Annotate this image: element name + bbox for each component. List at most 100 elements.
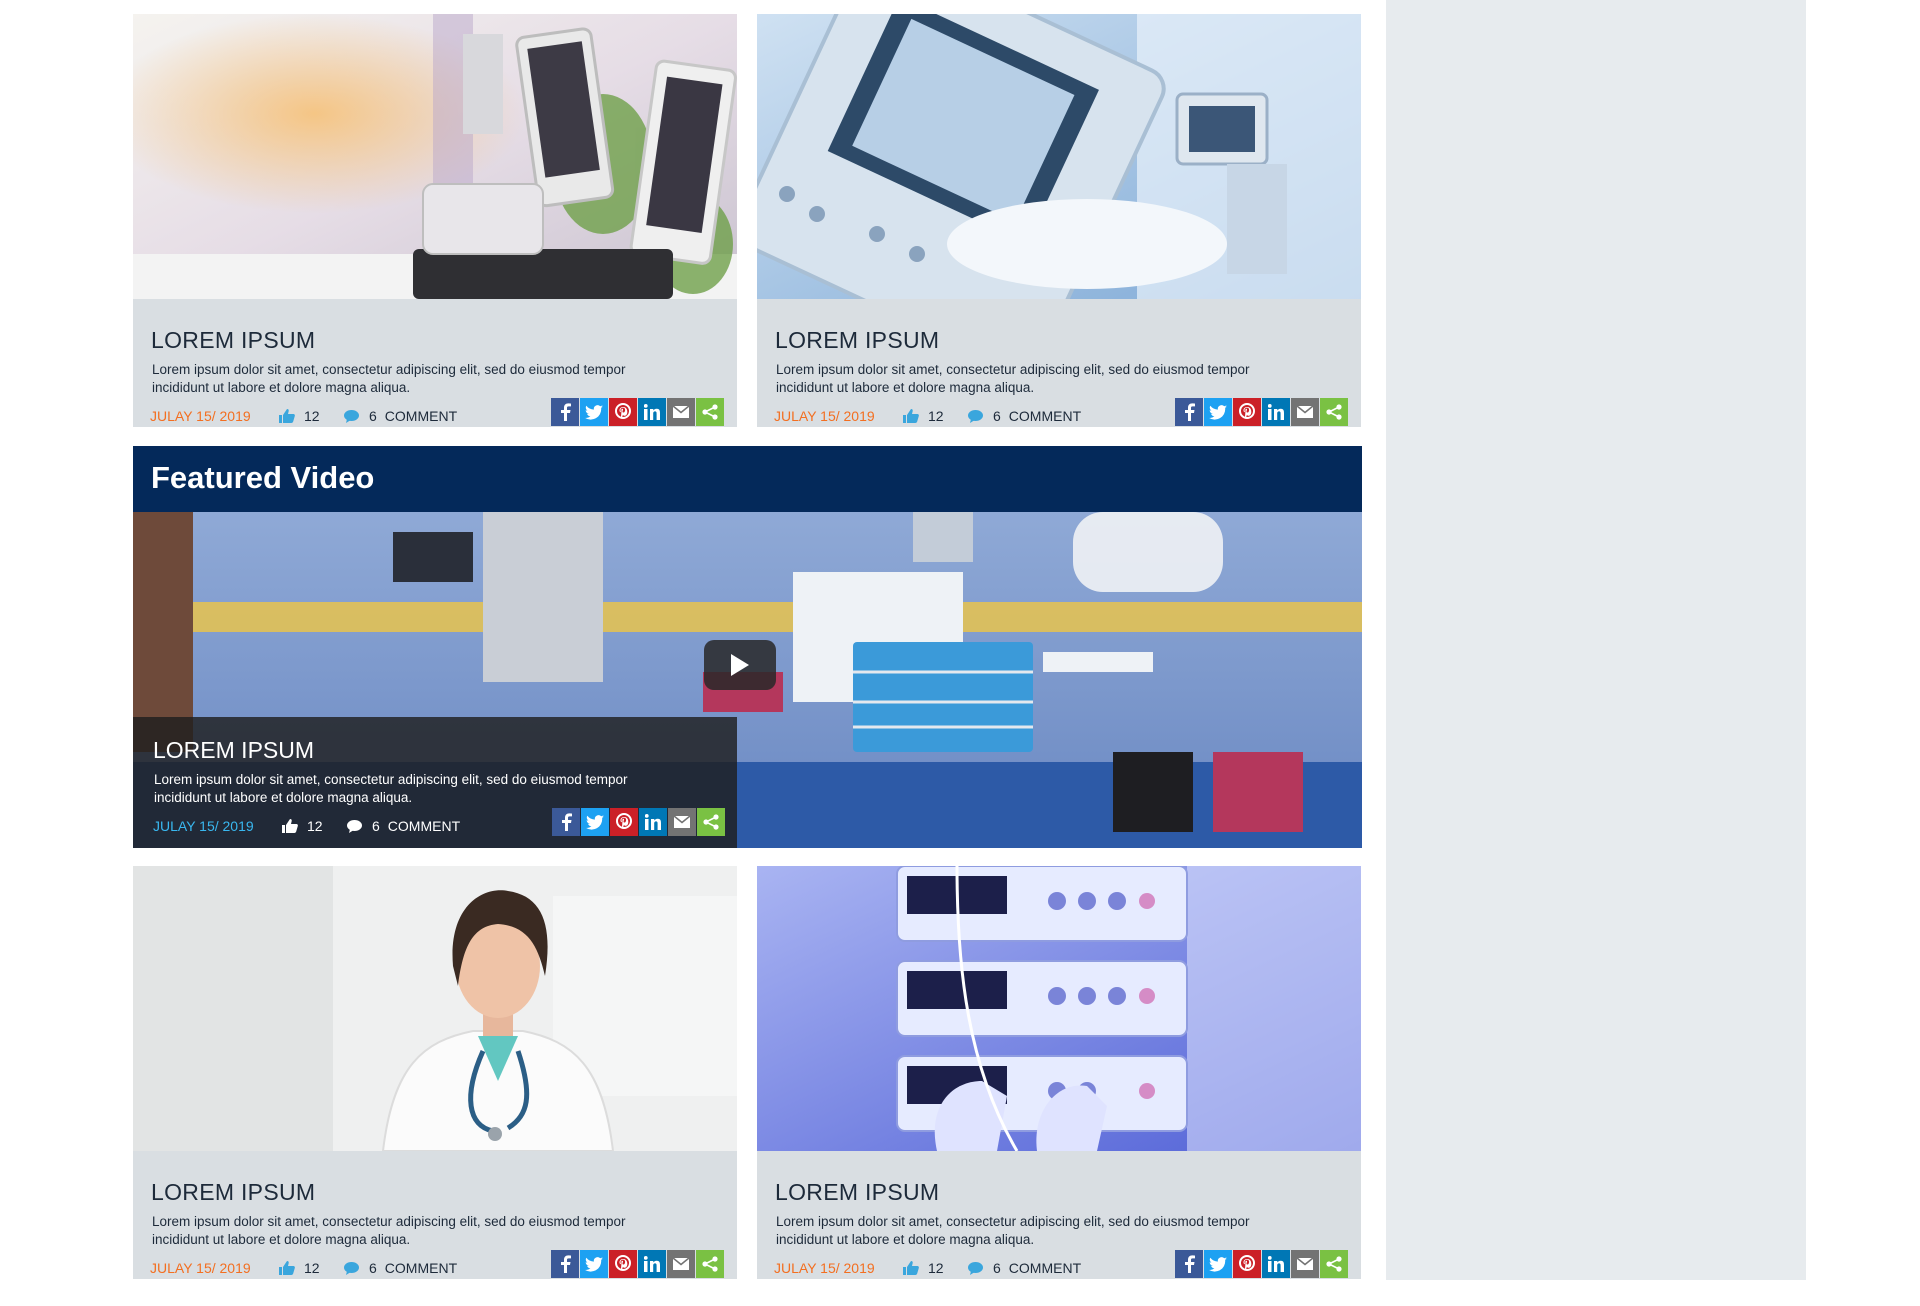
pinterest-share-button[interactable]: [609, 1250, 637, 1278]
linkedin-share-button[interactable]: [638, 1250, 666, 1278]
comment-icon[interactable]: [344, 1261, 359, 1275]
twitter-share-button[interactable]: [1204, 1250, 1232, 1278]
post-meta: JULAY 15/ 2019 12 6 COMMENT: [150, 407, 457, 425]
share-share-button[interactable]: [697, 808, 725, 836]
pinterest-share-button[interactable]: [1233, 398, 1261, 426]
email-share-button[interactable]: [667, 398, 695, 426]
comment-icon[interactable]: [968, 1261, 983, 1275]
post-image-infusion-pump[interactable]: [757, 866, 1361, 1151]
thumbs-up-icon[interactable]: [903, 1261, 919, 1275]
share-bar: [552, 808, 726, 836]
share-share-button[interactable]: [696, 1250, 724, 1278]
comment-icon[interactable]: [344, 409, 359, 423]
post-card[interactable]: LOREM IPSUM Lorem ipsum dolor sit amet, …: [757, 866, 1361, 1279]
post-date: JULAY 15/ 2019: [150, 408, 251, 424]
facebook-icon: [558, 403, 572, 421]
comment-icon[interactable]: [968, 409, 983, 423]
comment-label[interactable]: COMMENT: [385, 1260, 457, 1276]
email-icon: [1297, 406, 1313, 418]
post-meta: JULAY 15/ 2019 12 6 COMMENT: [150, 1259, 457, 1277]
twitter-icon: [586, 814, 604, 830]
post-title[interactable]: LOREM IPSUM: [775, 1179, 939, 1206]
comment-icon[interactable]: [347, 819, 362, 833]
pinterest-share-button[interactable]: [1233, 1250, 1261, 1278]
facebook-share-button[interactable]: [551, 398, 579, 426]
post-image-icu[interactable]: [757, 14, 1361, 299]
pinterest-icon: [615, 403, 631, 421]
post-title[interactable]: LOREM IPSUM: [775, 327, 939, 354]
email-share-button[interactable]: [1291, 1250, 1319, 1278]
thumbs-up-icon[interactable]: [282, 819, 298, 833]
email-icon: [1297, 1258, 1313, 1270]
facebook-icon: [559, 813, 573, 831]
facebook-icon: [1182, 403, 1196, 421]
share-bar: [551, 1250, 725, 1278]
linkedin-share-button[interactable]: [639, 808, 667, 836]
video-excerpt: Lorem ipsum dolor sit amet, consectetur …: [154, 772, 628, 805]
thumbs-up-icon[interactable]: [279, 1261, 295, 1275]
email-icon: [673, 1258, 689, 1270]
twitter-share-button[interactable]: [581, 808, 609, 836]
post-excerpt: Lorem ipsum dolor sit amet, consectetur …: [776, 362, 1250, 395]
post-date: JULAY 15/ 2019: [774, 1260, 875, 1276]
facebook-share-button[interactable]: [552, 808, 580, 836]
post-excerpt: Lorem ipsum dolor sit amet, consectetur …: [776, 1214, 1250, 1247]
email-share-button[interactable]: [1291, 398, 1319, 426]
post-date: JULAY 15/ 2019: [774, 408, 875, 424]
linkedin-icon: [1268, 1256, 1284, 1272]
pinterest-icon: [1239, 403, 1255, 421]
video-date: JULAY 15/ 2019: [153, 818, 254, 834]
comment-label[interactable]: COMMENT: [1009, 1260, 1081, 1276]
pinterest-icon: [615, 1255, 631, 1273]
comment-label[interactable]: COMMENT: [388, 818, 460, 834]
share-bar: [1175, 1250, 1349, 1278]
share-icon: [1326, 404, 1342, 420]
post-excerpt: Lorem ipsum dolor sit amet, consectetur …: [152, 1214, 626, 1247]
email-share-button[interactable]: [667, 1250, 695, 1278]
comment-count: 6: [369, 1260, 377, 1276]
share-bar: [551, 398, 725, 426]
share-share-button[interactable]: [1320, 1250, 1348, 1278]
post-card[interactable]: LOREM IPSUM Lorem ipsum dolor sit amet, …: [133, 14, 737, 427]
email-icon: [674, 816, 690, 828]
pinterest-share-button[interactable]: [610, 808, 638, 836]
post-card[interactable]: LOREM IPSUM Lorem ipsum dolor sit amet, …: [757, 14, 1361, 427]
pinterest-share-button[interactable]: [609, 398, 637, 426]
like-count: 12: [304, 408, 320, 424]
linkedin-icon: [1268, 404, 1284, 420]
email-icon: [673, 406, 689, 418]
linkedin-share-button[interactable]: [1262, 1250, 1290, 1278]
twitter-share-button[interactable]: [1204, 398, 1232, 426]
facebook-share-button[interactable]: [551, 1250, 579, 1278]
email-share-button[interactable]: [668, 808, 696, 836]
facebook-share-button[interactable]: [1175, 398, 1203, 426]
share-icon: [702, 1256, 718, 1272]
twitter-share-button[interactable]: [580, 398, 608, 426]
post-image-ultrasound[interactable]: [133, 14, 737, 299]
comment-label[interactable]: COMMENT: [385, 408, 457, 424]
comment-label[interactable]: COMMENT: [1009, 408, 1081, 424]
post-date: JULAY 15/ 2019: [150, 1260, 251, 1276]
sidebar: [1386, 0, 1806, 1280]
twitter-share-button[interactable]: [580, 1250, 608, 1278]
post-title[interactable]: LOREM IPSUM: [151, 1179, 315, 1206]
post-title[interactable]: LOREM IPSUM: [151, 327, 315, 354]
share-share-button[interactable]: [696, 398, 724, 426]
twitter-icon: [1209, 1256, 1227, 1272]
post-card[interactable]: LOREM IPSUM Lorem ipsum dolor sit amet, …: [133, 866, 737, 1279]
thumbs-up-icon[interactable]: [903, 409, 919, 423]
linkedin-share-button[interactable]: [638, 398, 666, 426]
video-player[interactable]: LOREM IPSUM Lorem ipsum dolor sit amet, …: [133, 512, 1362, 848]
like-count: 12: [928, 408, 944, 424]
twitter-icon: [1209, 404, 1227, 420]
linkedin-share-button[interactable]: [1262, 398, 1290, 426]
thumbs-up-icon[interactable]: [279, 409, 295, 423]
facebook-share-button[interactable]: [1175, 1250, 1203, 1278]
comment-count: 6: [993, 408, 1001, 424]
play-button[interactable]: [704, 640, 776, 690]
post-excerpt: Lorem ipsum dolor sit amet, consectetur …: [152, 362, 626, 395]
pinterest-icon: [1239, 1255, 1255, 1273]
video-title[interactable]: LOREM IPSUM: [153, 737, 314, 764]
share-share-button[interactable]: [1320, 398, 1348, 426]
post-image-doctor[interactable]: [133, 866, 737, 1151]
